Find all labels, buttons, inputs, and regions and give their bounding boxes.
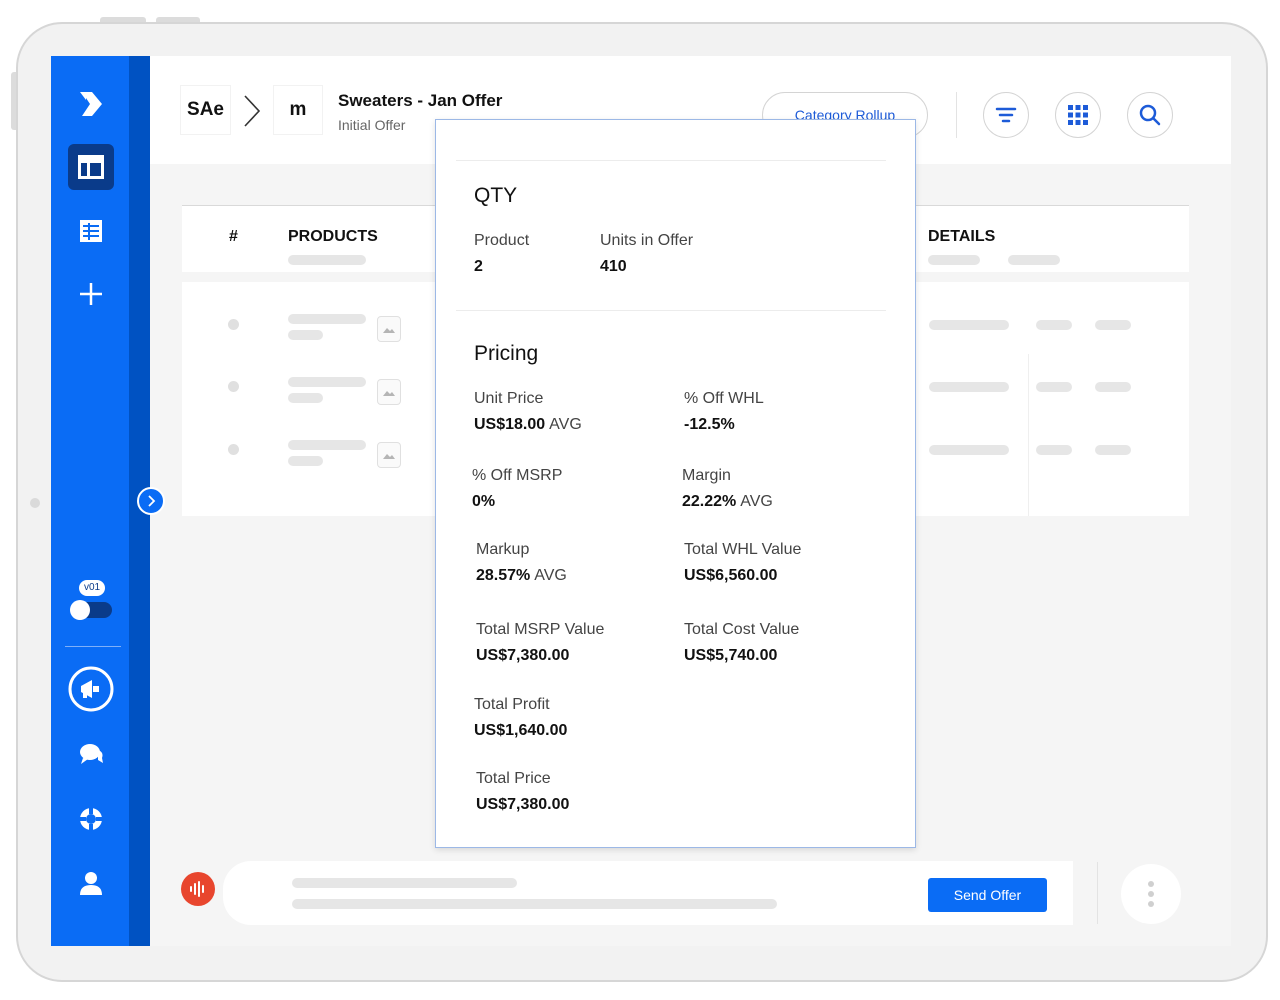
- skeleton-placeholder: [288, 440, 366, 450]
- total-profit-value: US$1,640.00: [474, 722, 568, 739]
- logo-icon[interactable]: [68, 81, 114, 127]
- skeleton-placeholder: [288, 314, 366, 324]
- total-price-value: US$7,380.00: [476, 796, 570, 813]
- footer-divider: [1097, 862, 1098, 924]
- margin-label: Margin: [682, 467, 731, 484]
- expand-sidebar-button[interactable]: [137, 487, 165, 515]
- version-label: v01: [79, 580, 105, 596]
- total-whl-label: Total WHL Value: [684, 541, 802, 558]
- more-dot: [1148, 891, 1154, 897]
- column-divider: [1028, 354, 1029, 516]
- filter-button[interactable]: [983, 92, 1029, 138]
- off-whl-value: -12.5%: [684, 416, 735, 433]
- version-toggle[interactable]: [70, 600, 112, 620]
- page-subtitle: Initial Offer: [338, 117, 406, 133]
- product-count-value: 2: [474, 258, 483, 275]
- skeleton-placeholder: [288, 377, 366, 387]
- sidebar-divider: [65, 646, 121, 647]
- chat-icon[interactable]: [68, 731, 114, 777]
- total-msrp-label: Total MSRP Value: [476, 621, 605, 638]
- header-divider: [956, 92, 957, 138]
- unit-price-value: US$18.00 AVG: [474, 416, 582, 433]
- total-whl-value: US$6,560.00: [684, 567, 778, 584]
- image-placeholder-icon: [377, 379, 401, 405]
- layout-icon[interactable]: [68, 144, 114, 190]
- row-select[interactable]: [228, 444, 239, 455]
- skeleton-placeholder: [292, 899, 777, 909]
- popup-divider: [456, 310, 886, 311]
- markup-label: Markup: [476, 541, 530, 558]
- units-label: Units in Offer: [600, 232, 694, 249]
- column-products[interactable]: PRODUCTS: [288, 228, 378, 246]
- skeleton-placeholder: [288, 393, 323, 403]
- user-icon[interactable]: [68, 860, 114, 906]
- more-options-button[interactable]: [1121, 864, 1181, 924]
- offer-summary-popup: QTY Product 2 Units in Offer 410 Pricing…: [435, 119, 916, 848]
- skeleton-placeholder: [292, 878, 517, 888]
- markup-value: 28.57% AVG: [476, 567, 567, 584]
- more-dot: [1148, 881, 1154, 887]
- total-cost-value: US$5,740.00: [684, 647, 778, 664]
- chevron-right-icon: [148, 495, 156, 507]
- waveform-icon: [190, 881, 204, 897]
- off-msrp-value: 0%: [472, 493, 496, 510]
- catalog-icon[interactable]: [68, 208, 114, 254]
- pricing-section-title: Pricing: [474, 342, 539, 365]
- margin-value: 22.22% AVG: [682, 493, 773, 510]
- search-button[interactable]: [1127, 92, 1173, 138]
- total-cost-label: Total Cost Value: [684, 621, 800, 638]
- skeleton-placeholder: [1036, 382, 1072, 392]
- chevron-right-icon: [244, 95, 261, 127]
- off-msrp-label: % Off MSRP: [472, 467, 563, 484]
- support-icon[interactable]: [68, 796, 114, 842]
- device-camera: [30, 498, 40, 508]
- breadcrumb-account[interactable]: SAe: [181, 86, 230, 134]
- qty-section-title: QTY: [474, 184, 518, 207]
- skeleton-placeholder: [1095, 445, 1131, 455]
- voice-input-button[interactable]: [181, 872, 215, 906]
- skeleton-placeholder: [288, 456, 323, 466]
- more-dot: [1148, 901, 1154, 907]
- skeleton-placeholder: [288, 330, 323, 340]
- total-msrp-value: US$7,380.00: [476, 647, 570, 664]
- skeleton-placeholder: [928, 255, 980, 265]
- unit-price-label: Unit Price: [474, 390, 544, 407]
- off-whl-label: % Off WHL: [684, 390, 764, 407]
- row-select[interactable]: [228, 381, 239, 392]
- row-select[interactable]: [228, 319, 239, 330]
- page-title: Sweaters - Jan Offer: [338, 91, 503, 110]
- skeleton-placeholder: [929, 320, 1009, 330]
- skeleton-placeholder: [929, 382, 1009, 392]
- column-details[interactable]: DETAILS: [928, 228, 995, 246]
- breadcrumb-brand[interactable]: m: [274, 86, 322, 134]
- search-icon: [1139, 104, 1161, 126]
- image-placeholder-icon: [377, 442, 401, 468]
- skeleton-placeholder: [1008, 255, 1060, 265]
- product-count-label: Product: [474, 232, 530, 249]
- total-price-label: Total Price: [476, 770, 551, 787]
- grid-view-button[interactable]: [1055, 92, 1101, 138]
- popup-divider: [456, 160, 886, 161]
- image-placeholder-icon: [377, 316, 401, 342]
- sidebar: v01: [51, 56, 129, 946]
- grid-icon: [1068, 105, 1088, 125]
- skeleton-placeholder: [1095, 382, 1131, 392]
- send-offer-button[interactable]: Send Offer: [928, 878, 1047, 912]
- announcement-icon[interactable]: [68, 666, 114, 712]
- toggle-knob: [70, 600, 90, 620]
- add-icon[interactable]: [68, 271, 114, 317]
- skeleton-placeholder: [288, 255, 366, 265]
- skeleton-placeholder: [1036, 320, 1072, 330]
- skeleton-placeholder: [1095, 320, 1131, 330]
- skeleton-placeholder: [1036, 445, 1072, 455]
- units-value: 410: [600, 258, 627, 275]
- filter-icon: [995, 107, 1017, 123]
- skeleton-placeholder: [929, 445, 1009, 455]
- column-number: #: [229, 228, 238, 245]
- total-profit-label: Total Profit: [474, 696, 550, 713]
